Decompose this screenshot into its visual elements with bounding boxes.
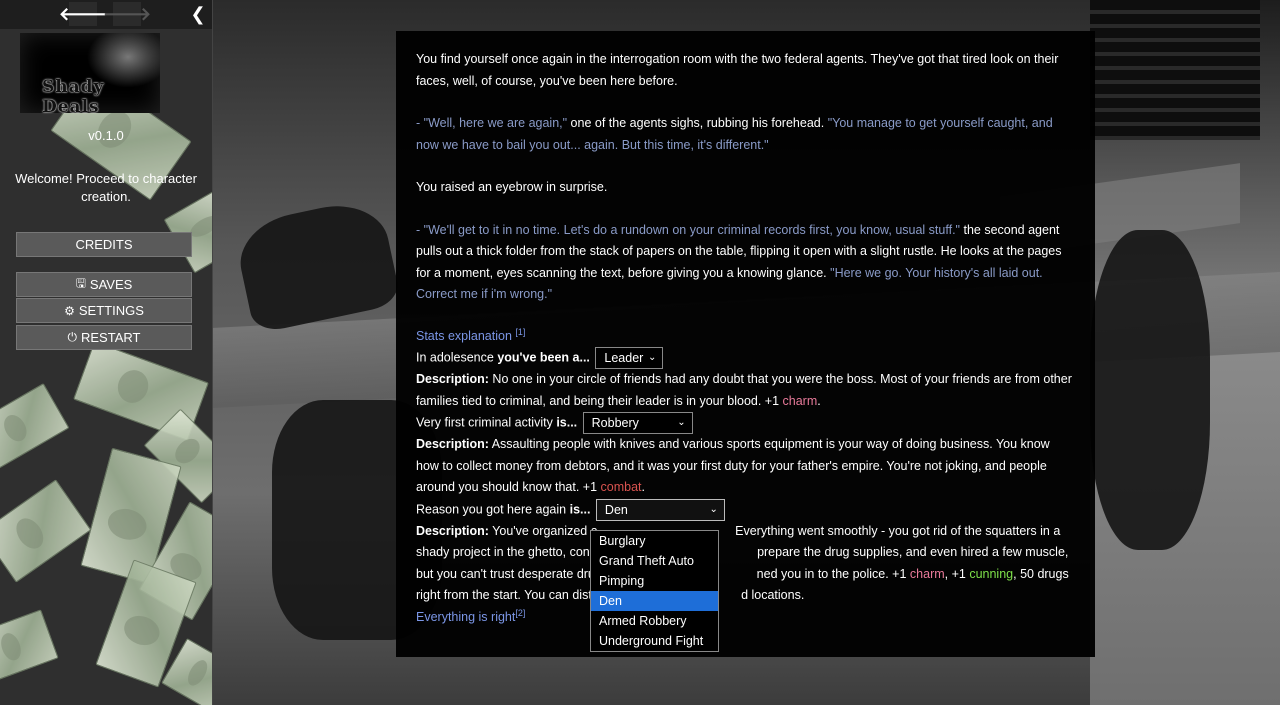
everything-is-right-link[interactable]: Everything is right (416, 610, 515, 624)
description-text: , +1 (944, 566, 970, 581)
narration: one of the agents sighs, rubbing his for… (567, 116, 828, 130)
reason-select[interactable]: Den ⌄ (595, 498, 725, 521)
background-window-blinds (1090, 0, 1260, 140)
game-logo: Shady Deals (20, 33, 160, 117)
story-passage: You find yourself once again in the inte… (396, 31, 1095, 657)
stats-explanation-link[interactable]: Stats explanation (416, 329, 512, 343)
stat-combat: combat (600, 480, 642, 494)
narration: You raised an eyebrow in surprise. (416, 180, 608, 194)
stat-cunning: cunning (969, 566, 1014, 581)
select-value: Leader (604, 351, 644, 365)
settings-button[interactable]: ⚙ SETTINGS (16, 298, 192, 323)
background-chair (232, 195, 402, 335)
description-label: Description: (416, 523, 489, 538)
description-text: d locations. (741, 588, 805, 602)
footnote-marker[interactable]: [2] (515, 607, 525, 617)
question-label-bold: you've been a... (497, 350, 590, 365)
background-chair (1090, 230, 1210, 550)
description-text: ned you in to the police. +1 (756, 566, 910, 581)
dialogue-paragraph: - "We'll get to it in no time. Let's do … (416, 220, 1075, 306)
money-bill-decoration (0, 609, 59, 683)
dropdown-option-selected[interactable]: Den (591, 591, 718, 611)
welcome-text: Welcome! Proceed to character creation. (15, 171, 197, 204)
question-reason: Reason you got here again is... Den ⌄ (416, 498, 1075, 521)
description-text: You've organized a (488, 523, 598, 538)
adolescence-select[interactable]: Leader ⌄ (595, 347, 664, 369)
save-icon: 🖫 (75, 276, 86, 290)
narration: You find yourself once again in the inte… (416, 52, 1059, 88)
saves-label: SAVES (89, 277, 133, 292)
footnote-marker[interactable]: [1] (515, 326, 525, 336)
dropdown-option[interactable]: Burglary (591, 531, 718, 551)
description-first-activity: Description: Assaulting people with kniv… (416, 437, 1050, 494)
dropdown-option[interactable]: Armed Robbery (591, 611, 718, 631)
credits-label: CREDITS (75, 237, 133, 252)
stat-charm: charm (782, 393, 818, 408)
sidebar: 🡐 🡒 ❮ Shady Deals v0.1.0 Welcome! Procee… (0, 0, 213, 705)
dropdown-option[interactable]: Pimping (591, 571, 718, 591)
stats-explanation-row: Stats explanation [1] (416, 326, 1075, 348)
restart-label: RESTART (81, 330, 141, 345)
logo-text: Shady Deals (42, 77, 105, 117)
arrow-left-icon[interactable]: 🡐 (59, 2, 107, 26)
chevron-down-icon: ⌄ (677, 417, 686, 428)
chevron-left-icon[interactable]: ❮ (187, 2, 209, 26)
question-label-bold: is... (569, 501, 591, 516)
question-label-bold: is... (556, 415, 578, 430)
question-label: Reason you got here again (416, 501, 570, 516)
question-first-activity: Very first criminal activity is... Robbe… (416, 412, 1075, 434)
agent-speech: - "Well, here we are again," (416, 116, 568, 130)
reason-dropdown-list: Burglary Grand Theft Auto Pimping Den Ar… (590, 530, 719, 652)
gear-icon: ⚙ (64, 303, 75, 318)
restart-button[interactable]: ⏻ RESTART (16, 325, 192, 350)
question-label: Very first criminal activity (416, 415, 557, 430)
saves-button[interactable]: 🖫 SAVES (16, 272, 192, 297)
power-icon: ⏻ (67, 330, 78, 344)
money-bill-decoration (0, 479, 92, 583)
question-adolescence: In adolesence you've been a... Leader ⌄ (416, 347, 1075, 369)
agent-speech: - "We'll get to it in no time. Let's do … (416, 222, 960, 237)
dropdown-option[interactable]: Grand Theft Auto (591, 551, 718, 571)
description-reason: Description: You've organized a Everythi… (416, 521, 1075, 607)
chevron-down-icon: ⌄ (709, 503, 718, 515)
confirm-row: Everything is right[2] (416, 607, 1075, 629)
chevron-down-icon: ⌄ (648, 352, 657, 363)
money-bill-decoration (0, 382, 70, 470)
select-value: Den (604, 502, 628, 517)
dropdown-option[interactable]: Underground Fight (591, 631, 718, 651)
version-label: v0.1.0 (88, 128, 124, 143)
description-text: No one in your circle of friends had any… (416, 372, 1072, 408)
description-label: Description: (416, 372, 489, 386)
history-nav-bar: 🡐 🡒 ❮ (0, 0, 212, 29)
stat-charm: charm (909, 566, 945, 581)
settings-label: SETTINGS (78, 303, 144, 318)
select-value: Robbery (591, 416, 639, 430)
description-adolescence: Description: No one in your circle of fr… (416, 372, 1072, 408)
credits-button[interactable]: CREDITS (16, 232, 192, 257)
description-label: Description: (416, 437, 489, 451)
arrow-right-icon[interactable]: 🡒 (103, 2, 151, 26)
question-label: In adolesence (416, 350, 498, 365)
first-activity-select[interactable]: Robbery ⌄ (582, 412, 693, 434)
dialogue-paragraph: - "Well, here we are again," one of the … (416, 113, 1075, 156)
description-text: Assaulting people with knives and variou… (416, 437, 1050, 494)
